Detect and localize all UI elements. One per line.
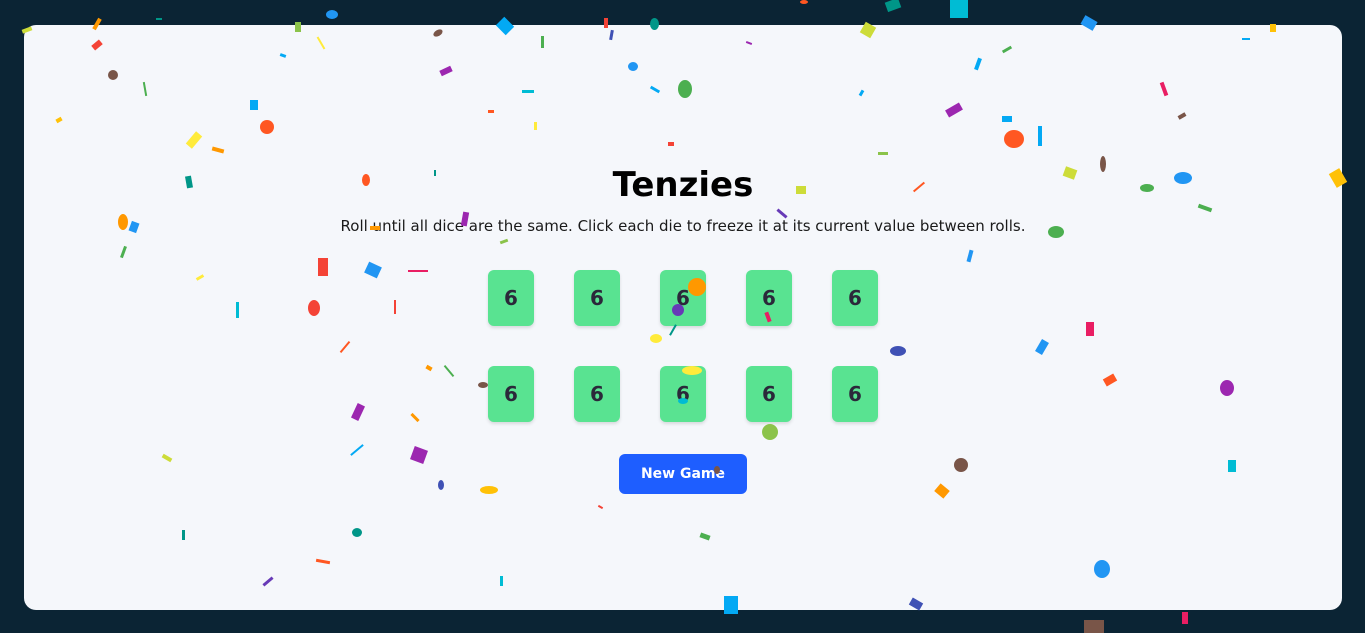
die-4[interactable]: 6 <box>746 270 792 326</box>
die-3[interactable]: 6 <box>660 270 706 326</box>
game-title: Tenzies <box>612 165 754 205</box>
die-7[interactable]: 6 <box>574 366 620 422</box>
game-instructions: Roll until all dice are the same. Click … <box>340 217 1026 235</box>
game-card: Tenzies Roll until all dice are the same… <box>24 25 1342 610</box>
die-6[interactable]: 6 <box>488 366 534 422</box>
confetti-piece <box>884 0 902 13</box>
confetti-piece <box>950 0 968 18</box>
app-viewport: Tenzies Roll until all dice are the same… <box>0 0 1365 633</box>
new-game-button[interactable]: New Game <box>619 454 747 494</box>
confetti-piece <box>1182 612 1188 624</box>
die-9[interactable]: 6 <box>746 366 792 422</box>
confetti-piece <box>800 0 808 4</box>
die-2[interactable]: 6 <box>574 270 620 326</box>
dice-grid: 6 6 6 6 6 6 6 6 6 6 <box>488 270 878 422</box>
confetti-piece <box>326 10 338 19</box>
confetti-piece <box>156 18 162 20</box>
die-8[interactable]: 6 <box>660 366 706 422</box>
confetti-piece <box>1084 620 1104 633</box>
die-5[interactable]: 6 <box>832 270 878 326</box>
die-1[interactable]: 6 <box>488 270 534 326</box>
die-10[interactable]: 6 <box>832 366 878 422</box>
